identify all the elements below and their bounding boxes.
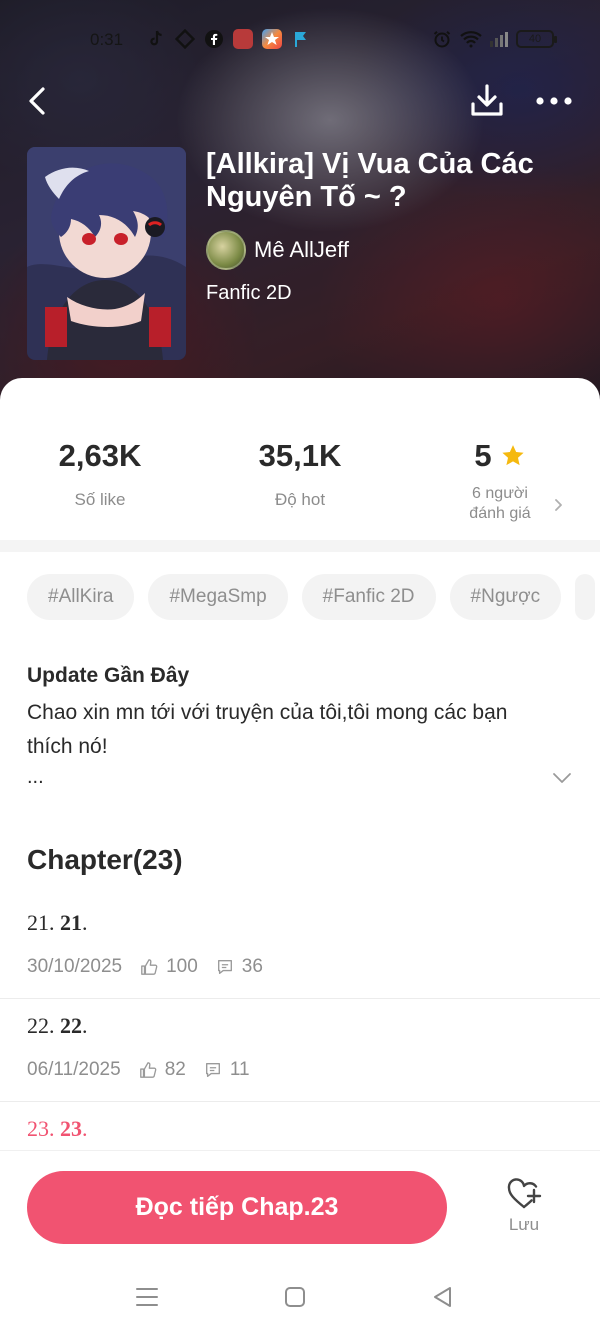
tiktok-icon xyxy=(146,29,166,49)
chapter-comments: 36 xyxy=(241,956,263,977)
likes-value: 2,63K xyxy=(58,438,142,473)
chapter-number: 21 xyxy=(60,910,82,935)
chapter-prefix: 22. xyxy=(27,1013,60,1038)
chapter-row[interactable]: 22. 22. 06/11/2025 82 11 xyxy=(0,1013,600,1116)
diamond-app-icon xyxy=(174,28,196,50)
chapter-number: 22 xyxy=(60,1013,82,1038)
stat-hot: 35,1K Độ hot xyxy=(200,438,400,510)
chapter-date: 06/11/2025 xyxy=(27,1059,121,1080)
download-button[interactable] xyxy=(468,82,506,120)
stat-rating[interactable]: 5 6 người đánh giá xyxy=(400,438,600,524)
chapter-divider xyxy=(0,1101,600,1102)
author-avatar[interactable] xyxy=(206,230,246,270)
tag-chip[interactable]: #MegaSmp xyxy=(148,574,288,620)
rating-value: 5 xyxy=(474,438,492,473)
chapter-title: 23. 23. xyxy=(27,1116,88,1142)
rating-label-line1: 6 người xyxy=(472,485,528,502)
back-button[interactable] xyxy=(22,84,56,118)
chapters-section-title: Chapter(23) xyxy=(27,844,183,875)
game-app-icon xyxy=(233,29,253,49)
more-dots-icon xyxy=(536,97,572,105)
chapter-comments: 11 xyxy=(229,1059,250,1080)
tag-chip-overflow[interactable] xyxy=(575,574,596,620)
stat-likes: 2,63K Số like xyxy=(0,438,200,510)
heart-plus-icon xyxy=(507,1178,542,1209)
story-cover-image[interactable] xyxy=(27,147,186,360)
update-section-title: Update Gần Đây xyxy=(27,664,190,687)
comment-icon xyxy=(205,1063,220,1077)
tag-chip[interactable]: #Fanfic 2D xyxy=(301,574,436,620)
chapter-title: 21. 21. xyxy=(27,910,88,936)
chevron-down-icon[interactable] xyxy=(551,770,573,786)
chevron-right-icon[interactable] xyxy=(552,496,566,514)
status-system-icons: 40 xyxy=(432,30,557,48)
chapter-likes: 100 xyxy=(166,956,198,977)
status-bar: 0:31 40 xyxy=(0,26,600,56)
more-options-button[interactable] xyxy=(534,86,574,116)
flag-app-icon xyxy=(291,29,311,49)
system-navigation-bar xyxy=(0,1260,600,1333)
chapter-number: 23 xyxy=(60,1116,82,1141)
rating-label-line2: đánh giá xyxy=(469,505,531,522)
section-divider xyxy=(0,540,600,552)
continue-reading-button[interactable]: Đọc tiếp Chap.23 xyxy=(27,1171,447,1244)
update-description: Chao xin mn tới với truyện của tôi,tôi m… xyxy=(27,701,508,758)
chapter-divider xyxy=(0,998,600,999)
chapter-title: 22. 22. xyxy=(27,1013,88,1039)
chapter-meta: 30/10/2025 100 36 xyxy=(27,956,263,978)
save-label: Lưu xyxy=(508,1215,540,1234)
menu-icon[interactable] xyxy=(134,1284,160,1310)
chapter-suffix: . xyxy=(82,910,88,935)
download-icon xyxy=(471,84,503,116)
tag-chip[interactable]: #Ngược xyxy=(449,574,562,620)
chapter-suffix: . xyxy=(82,1013,88,1038)
author-row[interactable]: Mê AllJeff xyxy=(206,230,349,270)
chapter-date: 30/10/2025 xyxy=(27,956,123,977)
tag-chip[interactable]: #AllKira xyxy=(27,574,135,620)
bottom-action-bar: Đọc tiếp Chap.23 Lưu xyxy=(0,1150,600,1260)
chapter-row[interactable]: 21. 21. 30/10/2025 100 36 xyxy=(0,910,600,1013)
chapter-suffix: . xyxy=(82,1116,88,1141)
story-genre: Fanfic 2D xyxy=(206,282,292,304)
status-time: 0:31 xyxy=(90,30,124,49)
author-name[interactable]: Mê AllJeff xyxy=(254,237,349,263)
signal-icon xyxy=(488,30,508,48)
back-triangle-icon[interactable] xyxy=(430,1284,456,1310)
likes-label: Số like xyxy=(74,490,126,509)
alarm-icon xyxy=(432,30,452,48)
save-button[interactable]: Lưu xyxy=(496,1177,552,1235)
home-square-icon[interactable] xyxy=(282,1284,308,1310)
status-notification-icons xyxy=(146,28,311,50)
thumbs-up-icon xyxy=(141,959,158,975)
stats-row: 2,63K Số like 35,1K Độ hot 5 6 người đán… xyxy=(0,438,600,538)
story-title: [Allkira] Vị Vua Của Các Nguyên Tố ~ ? xyxy=(206,148,534,213)
star-app-icon xyxy=(262,29,282,49)
hot-value: 35,1K xyxy=(258,438,342,473)
chapter-prefix: 21. xyxy=(27,910,60,935)
chapter-prefix: 23. xyxy=(27,1116,60,1141)
chapter-likes: 82 xyxy=(164,1059,186,1080)
tag-list: #AllKira #MegaSmp #Fanfic 2D #Ngược xyxy=(27,574,596,620)
rating-label: 6 người đánh giá xyxy=(400,484,600,524)
star-icon xyxy=(502,445,524,466)
update-ellipsis: ... xyxy=(27,766,44,788)
chevron-left-icon xyxy=(29,87,45,115)
comment-icon xyxy=(217,960,232,974)
facebook-icon xyxy=(204,29,224,49)
wifi-icon xyxy=(460,30,482,48)
hot-label: Độ hot xyxy=(274,490,326,509)
chapter-meta: 06/11/2025 82 11 xyxy=(27,1059,250,1081)
rating-value-row: 5 xyxy=(400,438,600,474)
thumbs-up-icon xyxy=(139,1062,157,1078)
battery-indicator: 40 xyxy=(516,30,557,48)
